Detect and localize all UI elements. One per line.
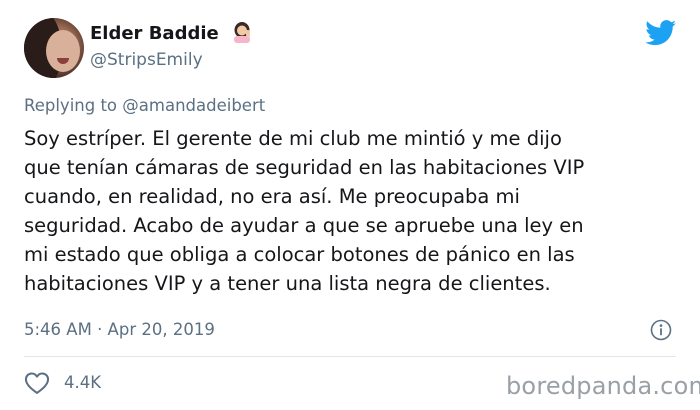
heart-icon[interactable]	[24, 371, 50, 395]
twitter-bird-icon[interactable]	[645, 20, 677, 46]
info-icon[interactable]	[650, 319, 672, 341]
tweet-timestamp[interactable]: 5:46 AM · Apr 20, 2019	[24, 320, 215, 339]
reply-mention-link[interactable]: @amandadeibert	[122, 96, 265, 115]
author-handle[interactable]: @StripsEmily	[90, 50, 203, 70]
tweet-text-line: cuando, en realidad, no era así. Me preo…	[24, 185, 520, 208]
tweet-text-line: Soy estríper. El gerente de mi club me m…	[24, 127, 562, 150]
avatar-face	[46, 30, 80, 72]
tweet-text-line: que tenían cámaras de seguridad en las h…	[24, 156, 585, 179]
tweet-text: Soy estríper. El gerente de mi club me m…	[24, 124, 680, 298]
like-count[interactable]: 4.4K	[64, 373, 101, 392]
tweet-text-line: seguridad. Acabo de ayudar a que se apru…	[24, 214, 584, 237]
author-display-name[interactable]: Elder Baddie	[90, 23, 219, 44]
tweet-card: Elder Baddie @StripsEmily Replying to @a…	[0, 0, 700, 410]
author-name-row[interactable]: Elder Baddie	[90, 21, 253, 44]
divider	[24, 356, 676, 357]
replying-to: Replying to @amandadeibert	[24, 96, 265, 115]
replying-prefix: Replying to	[24, 96, 123, 115]
tweet-text-line: habitaciones VIP y a tener una lista neg…	[24, 272, 551, 295]
watermark: boredpanda.com	[506, 372, 700, 400]
tweet-text-line: mi estado que obliga a colocar botones d…	[24, 243, 575, 266]
person-tipping-hand-emoji-icon	[234, 22, 250, 43]
avatar[interactable]	[24, 18, 84, 78]
